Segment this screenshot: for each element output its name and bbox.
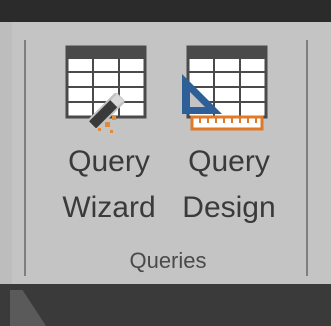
query-wizard-icon bbox=[65, 45, 147, 133]
query-design-icon bbox=[182, 45, 268, 131]
query-design-label-line2: Design bbox=[182, 191, 276, 224]
title-bar bbox=[0, 0, 331, 22]
group-separator-left bbox=[24, 40, 26, 276]
query-wizard-button[interactable]: Query Wizard bbox=[50, 40, 168, 240]
bottom-bar bbox=[0, 284, 331, 326]
ribbon-edge bbox=[0, 22, 12, 284]
query-wizard-label-line2: Wizard bbox=[62, 191, 156, 224]
query-design-label-line1: Query bbox=[188, 145, 270, 178]
query-design-button[interactable]: Query Design bbox=[172, 40, 286, 240]
query-wizard-label-line1: Query bbox=[68, 145, 150, 178]
group-separator-right bbox=[306, 40, 308, 276]
queries-group-label: Queries bbox=[129, 248, 207, 273]
